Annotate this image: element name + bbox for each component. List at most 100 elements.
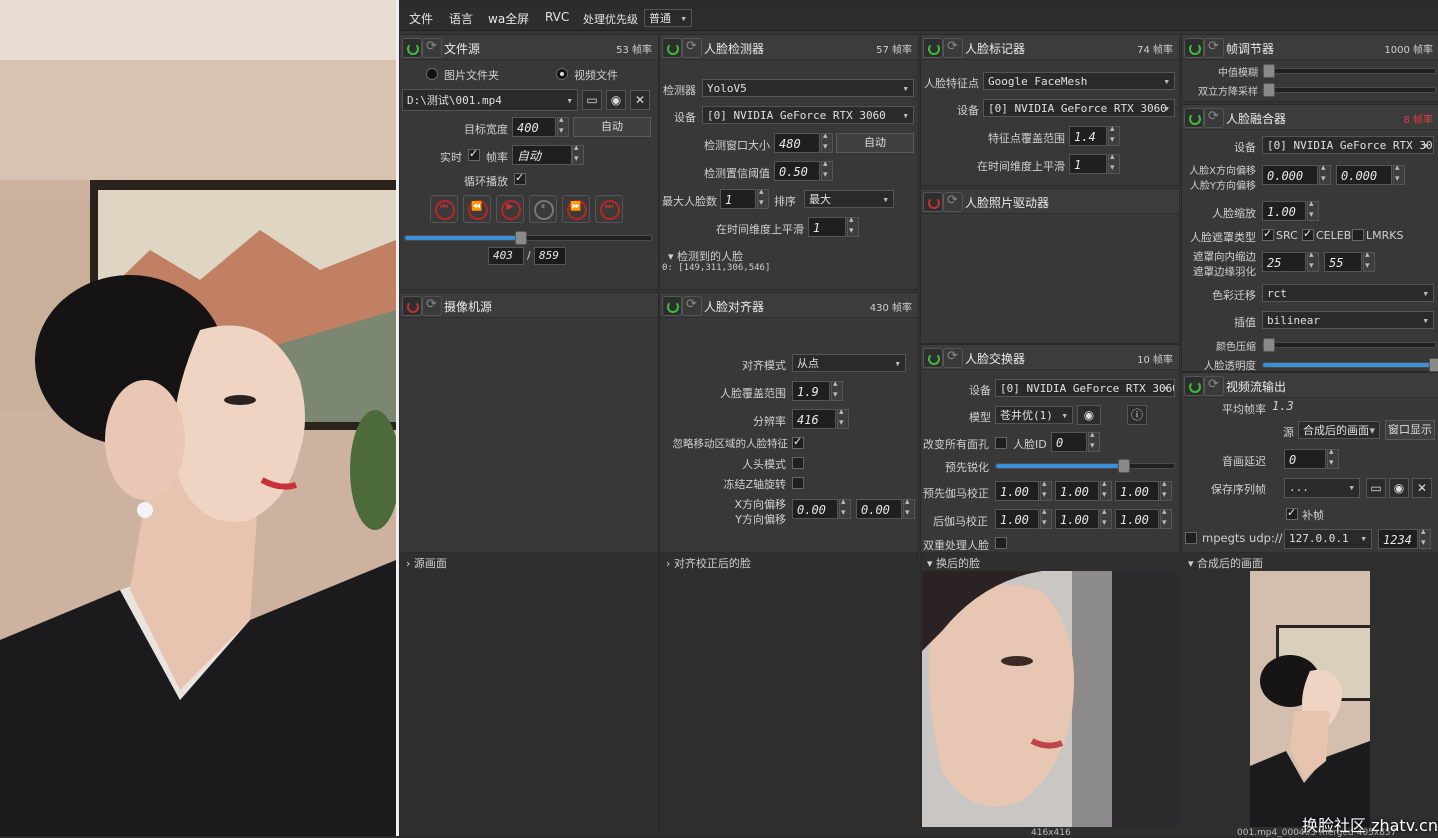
swap-all-checkbox[interactable] bbox=[995, 437, 1007, 449]
opacity-slider-handle[interactable] bbox=[1429, 358, 1438, 372]
eye-icon[interactable]: ◉ bbox=[606, 90, 626, 110]
presharpen-slider[interactable] bbox=[995, 459, 1175, 473]
opacity-slider[interactable] bbox=[1262, 358, 1438, 372]
reload-icon[interactable] bbox=[1204, 376, 1224, 396]
last-frame-button[interactable]: ⏭ bbox=[595, 195, 623, 223]
post-gamma-g-input[interactable]: 1.00 bbox=[1055, 509, 1099, 529]
power-icon[interactable] bbox=[402, 38, 422, 58]
power-icon[interactable] bbox=[1184, 108, 1204, 128]
window-auto-button[interactable]: 自动 bbox=[836, 133, 914, 153]
coverage-input[interactable]: 1.9 bbox=[792, 381, 830, 401]
fps-stepper[interactable] bbox=[572, 143, 584, 165]
model-select[interactable]: 苍井优(1) bbox=[995, 406, 1073, 424]
priority-select[interactable]: 普通 bbox=[644, 9, 692, 27]
close-icon[interactable]: ✕ bbox=[1412, 478, 1432, 498]
first-frame-button[interactable]: ⏮ bbox=[430, 195, 458, 223]
reload-icon[interactable] bbox=[682, 38, 702, 58]
coverage-stepper[interactable] bbox=[831, 379, 843, 401]
detector-select[interactable]: YoloV5 bbox=[702, 79, 914, 97]
radio-image-folder[interactable] bbox=[426, 68, 438, 80]
color-compress-slider[interactable] bbox=[1262, 338, 1436, 352]
mpegts-checkbox[interactable] bbox=[1185, 532, 1197, 544]
power-icon[interactable] bbox=[923, 348, 943, 368]
mask-lmrks-checkbox[interactable] bbox=[1352, 229, 1364, 241]
max-faces-input[interactable]: 1 bbox=[720, 189, 756, 209]
merger-x-offset-stepper[interactable] bbox=[1319, 163, 1331, 185]
bilateral-slider[interactable] bbox=[1262, 83, 1436, 97]
menu-rvc[interactable]: RVC bbox=[545, 10, 569, 24]
scale-input[interactable]: 1.00 bbox=[1262, 201, 1306, 221]
two-pass-checkbox[interactable] bbox=[995, 537, 1007, 549]
merger-x-offset-input[interactable]: 0.000 bbox=[1262, 165, 1318, 185]
smooth-stepper[interactable] bbox=[847, 215, 859, 237]
y-offset-input[interactable]: 0.00 bbox=[856, 499, 902, 519]
pre-gamma-b-input[interactable]: 1.00 bbox=[1115, 481, 1159, 501]
blur-input[interactable]: 55 bbox=[1324, 252, 1362, 272]
device-select[interactable]: [0] NVIDIA GeForce RTX 3060 bbox=[1262, 136, 1434, 154]
pre-gamma-b-stepper[interactable] bbox=[1160, 479, 1172, 501]
close-icon[interactable]: ✕ bbox=[630, 90, 650, 110]
power-icon[interactable] bbox=[1184, 376, 1204, 396]
auto-button[interactable]: 自动 bbox=[573, 117, 651, 137]
device-select[interactable]: [0] NVIDIA GeForce RTX 3060 bbox=[995, 379, 1175, 397]
erode-input[interactable]: 25 bbox=[1262, 252, 1306, 272]
resolution-stepper[interactable] bbox=[837, 407, 849, 429]
post-gamma-r-stepper[interactable] bbox=[1040, 507, 1052, 529]
smooth-input[interactable]: 1 bbox=[808, 217, 846, 237]
landmark-range-input[interactable]: 1.4 bbox=[1069, 126, 1107, 146]
reload-icon[interactable] bbox=[1204, 38, 1224, 58]
swapped-face-toggle[interactable]: ▾ 换后的脸 bbox=[927, 555, 980, 571]
delay-input[interactable]: 0 bbox=[1284, 449, 1326, 469]
pre-gamma-g-stepper[interactable] bbox=[1100, 479, 1112, 501]
landmark-select[interactable]: Google FaceMesh bbox=[983, 72, 1175, 90]
power-icon[interactable] bbox=[1184, 38, 1204, 58]
power-icon[interactable] bbox=[662, 38, 682, 58]
reload-icon[interactable] bbox=[422, 38, 442, 58]
fill-frames-checkbox[interactable] bbox=[1286, 506, 1298, 520]
menu-fullscreen[interactable]: wa全屏 bbox=[488, 10, 529, 27]
reload-icon[interactable] bbox=[1204, 108, 1224, 128]
play-button[interactable]: ▶ bbox=[496, 195, 524, 223]
scale-stepper[interactable] bbox=[1307, 199, 1319, 221]
detected-faces-toggle[interactable]: ▾ 检测到的人脸 bbox=[668, 248, 743, 264]
x-offset-input[interactable]: 0.00 bbox=[792, 499, 838, 519]
reload-icon[interactable] bbox=[943, 348, 963, 368]
ignore-moving-checkbox[interactable] bbox=[792, 435, 804, 449]
merged-frame-toggle[interactable]: ▾ 合成后的画面 bbox=[1188, 555, 1263, 571]
threshold-stepper[interactable] bbox=[821, 159, 833, 181]
output-source-select[interactable]: 合成后的画面 bbox=[1298, 421, 1380, 439]
presharpen-slider-handle[interactable] bbox=[1118, 459, 1131, 473]
frame-current-input[interactable]: 403 bbox=[488, 247, 524, 265]
mask-src-checkbox[interactable] bbox=[1262, 227, 1274, 241]
source-frame-toggle[interactable]: › 源画面 bbox=[406, 555, 447, 571]
pre-gamma-r-stepper[interactable] bbox=[1040, 479, 1052, 501]
interp-select[interactable]: bilinear bbox=[1262, 311, 1434, 329]
window-display-button[interactable]: 窗口显示 bbox=[1385, 420, 1435, 440]
threshold-input[interactable]: 0.50 bbox=[774, 161, 820, 181]
rewind-button[interactable]: ⏪ bbox=[463, 195, 491, 223]
menu-file[interactable]: 文件 bbox=[409, 10, 433, 27]
window-size-input[interactable]: 480 bbox=[774, 133, 820, 153]
color-compress-handle[interactable] bbox=[1263, 338, 1275, 352]
blur-stepper[interactable] bbox=[1363, 250, 1375, 272]
device-select[interactable]: [0] NVIDIA GeForce RTX 3060 bbox=[983, 99, 1175, 117]
eye-icon[interactable]: ◉ bbox=[1077, 405, 1101, 425]
post-gamma-r-input[interactable]: 1.00 bbox=[995, 509, 1039, 529]
target-width-input[interactable]: 400 bbox=[512, 117, 556, 137]
resolution-input[interactable]: 416 bbox=[792, 409, 836, 429]
pause-button[interactable]: ⏸ bbox=[529, 195, 557, 223]
bilateral-handle[interactable] bbox=[1263, 83, 1275, 97]
fps-input[interactable]: 自动 bbox=[512, 145, 572, 165]
color-transfer-select[interactable]: rct bbox=[1262, 284, 1434, 302]
freeze-z-checkbox[interactable] bbox=[792, 477, 804, 489]
x-offset-stepper[interactable] bbox=[839, 497, 851, 519]
erode-stepper[interactable] bbox=[1307, 250, 1319, 272]
mpegts-port-stepper[interactable] bbox=[1419, 527, 1431, 549]
sort-select[interactable]: 最大 bbox=[804, 190, 894, 208]
delay-stepper[interactable] bbox=[1327, 447, 1339, 469]
post-gamma-b-stepper[interactable] bbox=[1160, 507, 1172, 529]
target-width-stepper[interactable] bbox=[557, 115, 569, 137]
forward-button[interactable]: ⏩ bbox=[562, 195, 590, 223]
loop-checkbox[interactable] bbox=[514, 171, 526, 185]
power-icon[interactable] bbox=[402, 296, 422, 316]
